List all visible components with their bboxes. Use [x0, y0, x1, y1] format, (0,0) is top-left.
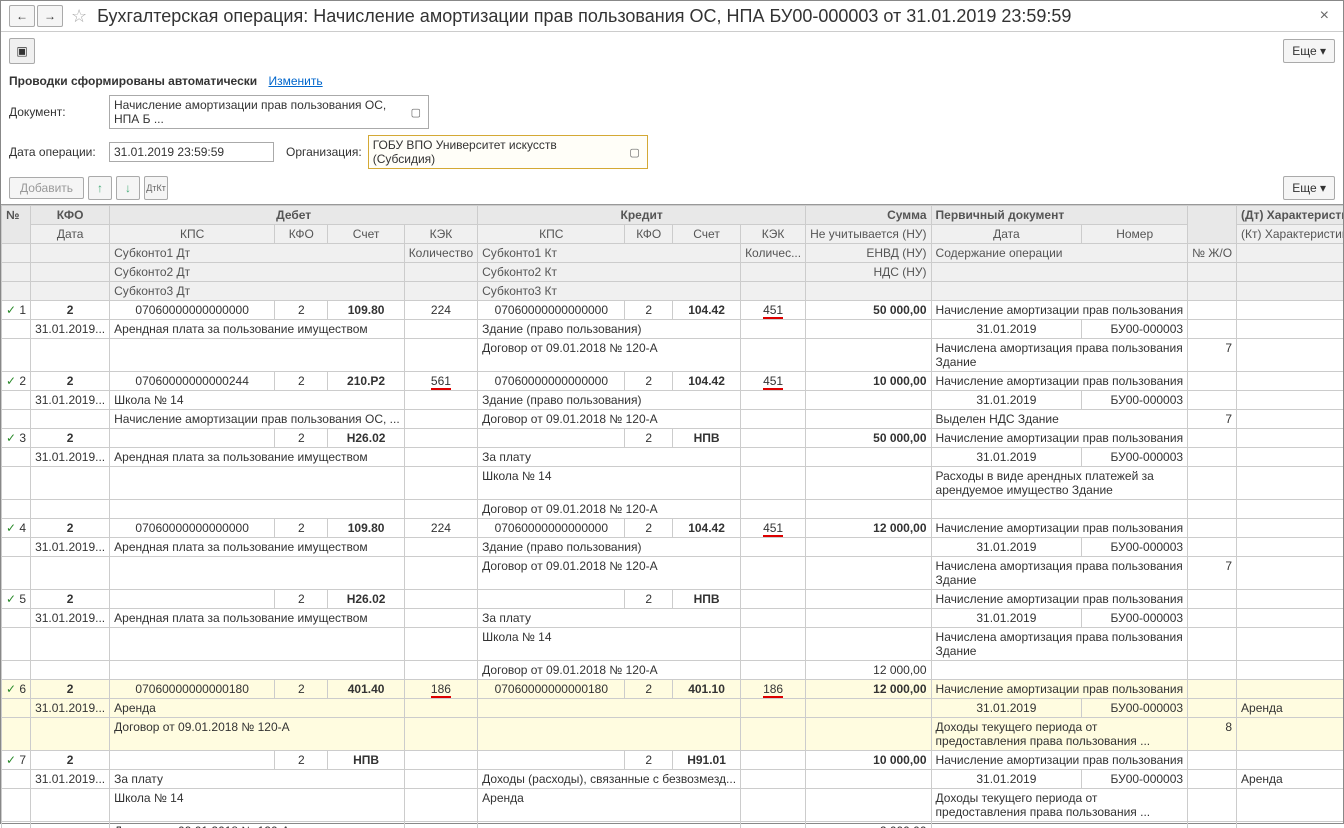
more-button-top[interactable]: Еще ▾ [1283, 39, 1335, 63]
col-n[interactable]: № [2, 206, 31, 244]
table-row[interactable]: ✓ 522Н26.022НПВНачисление амортизации пр… [2, 590, 1344, 609]
close-button[interactable]: × [1314, 7, 1335, 25]
table-row[interactable]: ✓ 22070600000000002442210.Р2561070600000… [2, 372, 1344, 391]
table-row[interactable]: 31.01.2019...Арендная плата за пользован… [2, 320, 1344, 339]
check-icon: ✓ [6, 682, 16, 696]
table-row[interactable]: Договор от 09.01.2018 № 120-А12 000,00 [2, 661, 1344, 680]
table-row[interactable]: 31.01.2019...За платуДоходы (расходы), с… [2, 770, 1344, 789]
add-button[interactable]: Добавить [9, 177, 84, 199]
col-credit[interactable]: Кредит [478, 206, 806, 225]
document-label: Документ: [9, 105, 109, 119]
check-icon: ✓ [6, 753, 16, 767]
org-input[interactable]: ГОБУ ВПО Университет искусств (Субсидия)… [368, 135, 648, 169]
table-row[interactable]: Школа № 14Расходы в виде арендных платеж… [2, 467, 1344, 500]
entries-table[interactable]: № КФО Дебет Кредит Сумма Первичный докум… [1, 204, 1343, 828]
table-row[interactable]: 31.01.2019...Школа № 14Здание (право пол… [2, 391, 1344, 410]
table-row[interactable]: 31.01.2019...Аренда31.01.2019БУ00-000003… [2, 699, 1344, 718]
org-label: Организация: [286, 145, 362, 159]
record-button[interactable]: ▣ [9, 38, 35, 64]
change-link[interactable]: Изменить [268, 74, 322, 88]
page-title: Бухгалтерская операция: Начисление аморт… [97, 6, 1314, 27]
table-row[interactable]: Договор от 09.01.2018 № 120-А [2, 500, 1344, 519]
table-row[interactable]: Договор от 09.01.2018 № 120-АДоходы теку… [2, 718, 1344, 751]
table-row[interactable]: ✓ 42070600000000000002109.80224070600000… [2, 519, 1344, 538]
favorite-icon[interactable]: ☆ [71, 6, 87, 27]
date-label: Дата операции: [9, 145, 109, 159]
open-icon[interactable]: ▢ [626, 146, 642, 159]
auto-label: Проводки сформированы автоматически [9, 74, 257, 88]
col-dt-char[interactable]: (Дт) Характеристика [1237, 206, 1343, 225]
check-icon: ✓ [6, 431, 16, 445]
nav-back-button[interactable]: ← [9, 5, 35, 27]
dtkt-button[interactable]: ДтКт [144, 176, 168, 200]
table-row[interactable]: ✓ 62070600000000001802401.40186070600000… [2, 680, 1344, 699]
table-row[interactable]: Школа № 14АрендаДоходы текущего периода … [2, 789, 1344, 822]
col-kfo[interactable]: КФО [31, 206, 110, 225]
table-row[interactable]: 31.01.2019...Арендная плата за пользован… [2, 538, 1344, 557]
col-sum[interactable]: Сумма [806, 206, 931, 225]
table-row[interactable]: Школа № 14Начислена амортизация права по… [2, 628, 1344, 661]
date-input[interactable]: 31.01.2019 23:59:59 [109, 142, 274, 162]
more-button-bottom[interactable]: Еще ▾ [1283, 176, 1335, 200]
table-row[interactable]: ✓ 12070600000000000002109.80224070600000… [2, 301, 1344, 320]
check-icon: ✓ [6, 374, 16, 388]
check-icon: ✓ [6, 303, 16, 317]
col-debit[interactable]: Дебет [110, 206, 478, 225]
table-row[interactable]: Договор от 09.01.2018 № 120-АНачислена а… [2, 557, 1344, 590]
col-primary[interactable]: Первичный документ [931, 206, 1188, 225]
check-icon: ✓ [6, 592, 16, 606]
table-row[interactable]: Договор от 09.01.2018 № 120-АНачислена а… [2, 339, 1344, 372]
table-row[interactable]: Начисление амортизации прав пользования … [2, 410, 1344, 429]
table-row[interactable]: Договор от 09.01.2018 № 120-А2 000,00 [2, 822, 1344, 828]
table-row[interactable]: 31.01.2019...Арендная плата за пользован… [2, 609, 1344, 628]
move-down-button[interactable]: ↓ [116, 176, 140, 200]
table-row[interactable]: ✓ 722НПВ2Н91.0110 000,00Начисление аморт… [2, 751, 1344, 770]
table-row[interactable]: ✓ 322Н26.022НПВ50 000,00Начисление аморт… [2, 429, 1344, 448]
move-up-button[interactable]: ↑ [88, 176, 112, 200]
document-input[interactable]: Начисление амортизации прав пользования … [109, 95, 429, 129]
open-icon[interactable]: ▢ [408, 106, 424, 119]
nav-forward-button[interactable]: → [37, 5, 63, 27]
check-icon: ✓ [6, 521, 16, 535]
table-row[interactable]: 31.01.2019...Арендная плата за пользован… [2, 448, 1344, 467]
